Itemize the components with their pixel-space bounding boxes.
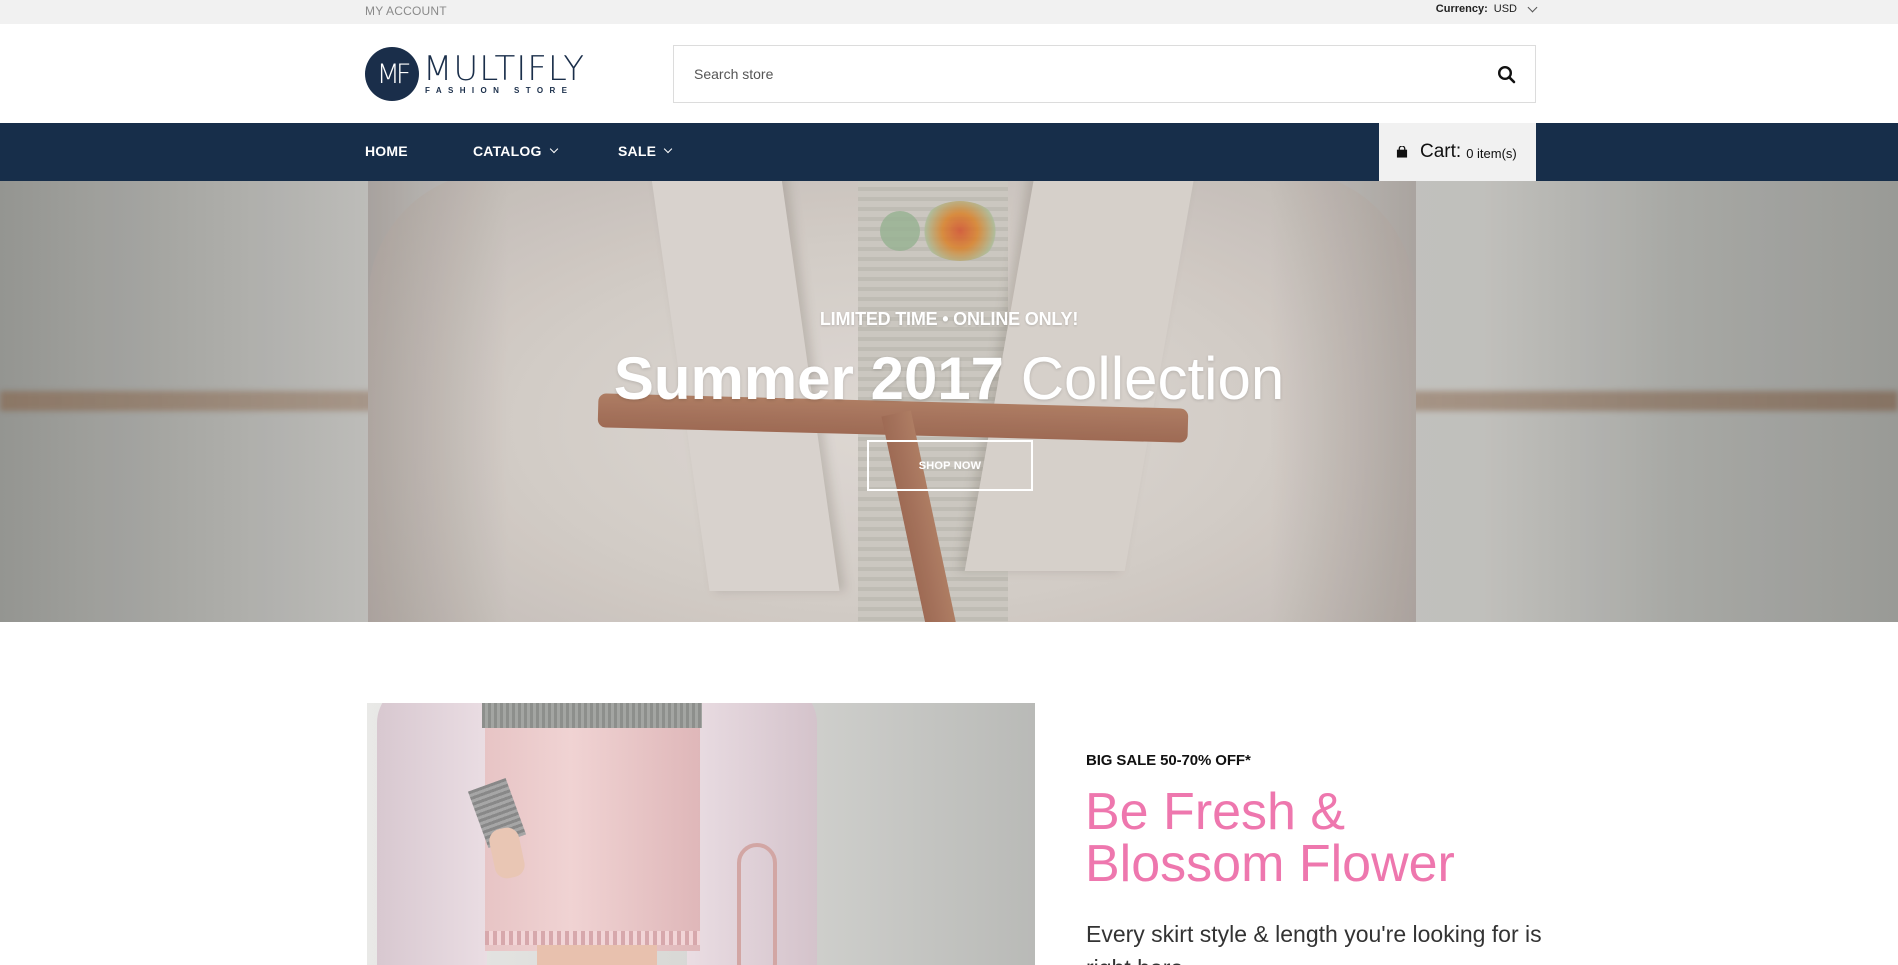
currency-selector[interactable]: Currency: USD — [1435, 2, 1538, 15]
hero-title-strong: Summer 2017 — [613, 345, 1005, 412]
search-button[interactable] — [1497, 65, 1517, 85]
shop-now-button[interactable]: SHOP NOW — [867, 440, 1033, 491]
logo-tagline: FASHION STORE — [425, 86, 574, 95]
chevron-down-icon — [549, 144, 558, 154]
logo-name: MULTIFLY — [423, 49, 586, 89]
promo-image-leg — [537, 945, 657, 965]
my-account-link[interactable]: MY ACCOUNT — [365, 4, 447, 18]
hero-title-light: Collection — [1020, 345, 1285, 412]
search-input[interactable] — [674, 46, 1474, 102]
search-box — [673, 45, 1536, 103]
nav-item-label: CATALOG — [473, 143, 542, 159]
search-icon — [1497, 65, 1516, 84]
nav-item-label: HOME — [365, 143, 408, 159]
nav-item-home[interactable]: HOME — [365, 143, 408, 159]
promo-image-sweater — [482, 703, 702, 728]
chevron-down-icon[interactable] — [1527, 2, 1538, 12]
cart-label: Cart: — [1420, 141, 1462, 162]
promo-tag: BIG SALE 50-70% OFF* — [1086, 752, 1251, 769]
nav-item-sale[interactable]: SALE — [618, 143, 673, 159]
top-bar: MY ACCOUNT Currency: USD — [0, 0, 1898, 24]
nav-item-label: SALE — [618, 143, 657, 159]
promo-image-cardigan — [377, 703, 487, 965]
cart-button[interactable]: Cart: 0 item(s) — [1379, 123, 1536, 181]
hero-banner: LIMITED TIME • ONLINE ONLY! Summer 2017 … — [0, 181, 1898, 622]
cart-count: 0 item(s) — [1466, 146, 1517, 161]
shopping-bag-icon — [1396, 146, 1408, 158]
currency-value[interactable]: USD — [1494, 3, 1517, 15]
promo-title: Be Fresh & Blossom Flower — [1085, 783, 1455, 893]
nav-item-catalog[interactable]: CATALOG — [473, 143, 558, 159]
chevron-down-icon — [663, 144, 673, 154]
header: MF MULTIFLY FASHION STORE — [0, 24, 1898, 123]
promo-image-lace — [485, 931, 700, 945]
hero-title: Summer 2017 Collection — [0, 344, 1898, 414]
logo[interactable]: MF MULTIFLY FASHION STORE — [365, 47, 585, 101]
logo-mark: MF — [365, 47, 419, 101]
logo-text: MULTIFLY FASHION STORE — [423, 49, 586, 95]
promo-description: Every skirt style & length you're lookin… — [1086, 921, 1542, 965]
promo-image[interactable] — [367, 703, 1035, 965]
promo-image-bag — [737, 843, 777, 965]
hero-tagline: LIMITED TIME • ONLINE ONLY! — [819, 309, 1079, 329]
main-nav: HOME CATALOG SALE Cart: 0 item(s) — [0, 123, 1898, 181]
page: MY ACCOUNT Currency: USD MF MULTIFLY FAS… — [0, 0, 1898, 965]
currency-label: Currency: — [1435, 3, 1488, 15]
